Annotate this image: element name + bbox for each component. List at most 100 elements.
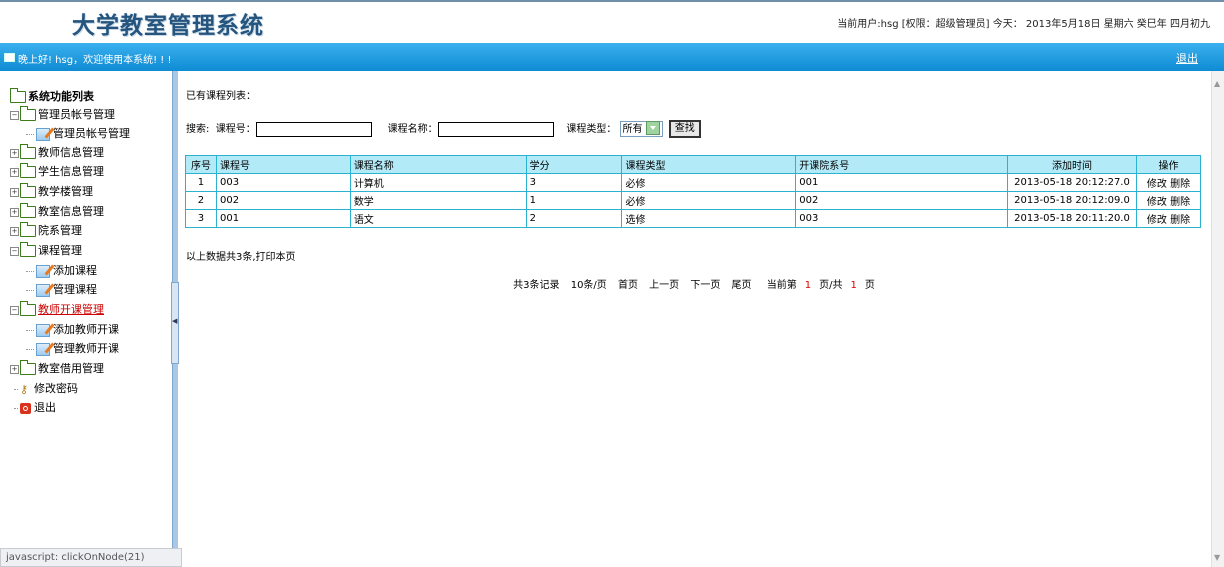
tree-item-classroom-borrow[interactable]: + 教室借用管理 bbox=[10, 360, 104, 378]
expand-icon[interactable]: + bbox=[10, 148, 19, 158]
cell-type: 选修 bbox=[621, 209, 797, 228]
pager-last[interactable]: 尾页 bbox=[732, 280, 752, 291]
tree-item-teacher-course[interactable]: − 教师开课管理 bbox=[10, 301, 104, 319]
list-title: 已有课程列表： bbox=[186, 91, 256, 102]
greeting-text: 晚上好! hsg，欢迎使用本系统! ! ! bbox=[18, 55, 172, 66]
cell-no: 3 bbox=[185, 209, 217, 228]
tree-leaf-logout[interactable]: 退出 bbox=[14, 399, 56, 417]
tree-label: 教室信息管理 bbox=[38, 205, 104, 218]
header-time: 添加时间 bbox=[1006, 155, 1137, 174]
collapse-icon[interactable]: − bbox=[10, 110, 19, 120]
course-type-select[interactable]: 所有 bbox=[619, 121, 663, 137]
tree-leaf-manage-course[interactable]: 管理课程 bbox=[26, 281, 97, 299]
edit-icon bbox=[36, 323, 50, 337]
cell-type: 必修 bbox=[621, 191, 797, 210]
tree-item-course[interactable]: − 课程管理 bbox=[10, 242, 82, 260]
pager-current-pre: 当前第 bbox=[766, 280, 797, 291]
expand-icon[interactable]: + bbox=[10, 207, 19, 217]
cell-time: 2013-05-18 20:12:27.0 bbox=[1006, 173, 1137, 192]
collapse-icon[interactable]: − bbox=[10, 246, 19, 256]
folder-icon bbox=[20, 242, 36, 257]
folder-icon bbox=[20, 222, 36, 237]
power-icon bbox=[20, 402, 31, 414]
pager-first[interactable]: 首页 bbox=[618, 280, 638, 291]
tree-item-building[interactable]: + 教学楼管理 bbox=[10, 183, 93, 201]
tree-leaf-admin-account[interactable]: 管理员帐号管理 bbox=[26, 125, 130, 143]
edit-link[interactable]: 修改 bbox=[1147, 197, 1167, 208]
tree-label: 教学楼管理 bbox=[38, 185, 93, 198]
course-table: 序号 课程号 课程名称 学分 课程类型 开课院系号 添加时间 操作 1 003 … bbox=[185, 155, 1202, 228]
delete-link[interactable]: 删除 bbox=[1170, 197, 1190, 208]
tree-label: 课程管理 bbox=[38, 244, 82, 257]
tree-item-teacher-info[interactable]: + 教师信息管理 bbox=[10, 144, 104, 162]
cell-name: 数学 bbox=[349, 191, 527, 210]
edit-link[interactable]: 修改 bbox=[1147, 215, 1167, 226]
tree-label: 教师开课管理 bbox=[38, 303, 104, 316]
search-form: 搜索: 课程号： 课程名称： 课程类型： 所有 查找 bbox=[186, 120, 701, 138]
pager-next[interactable]: 下一页 bbox=[690, 280, 720, 291]
cell-name: 语文 bbox=[349, 209, 527, 228]
header-code: 课程号 bbox=[215, 155, 351, 174]
search-button[interactable]: 查找 bbox=[668, 120, 701, 138]
tree-root[interactable]: 系统功能列表 bbox=[10, 88, 94, 106]
scroll-down-icon[interactable]: ▼ bbox=[1214, 553, 1220, 562]
cell-time: 2013-05-18 20:12:09.0 bbox=[1006, 191, 1137, 210]
arrow-left-icon: ◀ bbox=[172, 317, 178, 325]
delete-link[interactable]: 删除 bbox=[1170, 215, 1190, 226]
delete-link[interactable]: 删除 bbox=[1170, 179, 1190, 190]
key-icon: ⚷ bbox=[20, 382, 29, 396]
tree-leaf-change-password[interactable]: ⚷ 修改密码 bbox=[14, 380, 78, 398]
cell-credit: 1 bbox=[525, 191, 623, 210]
edit-icon bbox=[36, 283, 50, 297]
table-header-row: 序号 课程号 课程名称 学分 课程类型 开课院系号 添加时间 操作 bbox=[185, 155, 1202, 174]
pager-prev[interactable]: 上一页 bbox=[649, 280, 679, 291]
search-label: 搜索: bbox=[186, 124, 210, 135]
course-no-input[interactable] bbox=[255, 121, 372, 137]
tree-item-admin-account[interactable]: − 管理员帐号管理 bbox=[10, 106, 115, 124]
tree-label: 管理教师开课 bbox=[53, 342, 119, 355]
pager-current-num: 1 bbox=[804, 280, 812, 291]
monitor-icon bbox=[4, 53, 15, 62]
scroll-up-icon[interactable]: ▲ bbox=[1214, 79, 1220, 88]
cell-credit: 2 bbox=[525, 209, 623, 228]
cell-credit: 3 bbox=[525, 173, 623, 192]
folder-icon bbox=[20, 144, 36, 159]
cell-no: 2 bbox=[185, 191, 217, 210]
tree-leaf-add-teacher-course[interactable]: 添加教师开课 bbox=[26, 321, 119, 339]
cell-type: 必修 bbox=[621, 173, 797, 192]
course-no-label: 课程号： bbox=[215, 124, 256, 135]
course-name-input[interactable] bbox=[437, 121, 554, 137]
tree-item-classroom-info[interactable]: + 教室信息管理 bbox=[10, 203, 104, 221]
cell-action: 修改 删除 bbox=[1135, 191, 1202, 210]
cell-action: 修改 删除 bbox=[1135, 173, 1202, 192]
expand-icon[interactable]: + bbox=[10, 167, 19, 177]
cell-dept: 003 bbox=[795, 209, 1008, 228]
welcome-bar: 晚上好! hsg，欢迎使用本系统! ! ! 退出 bbox=[0, 43, 1224, 71]
expand-icon[interactable]: + bbox=[10, 364, 19, 374]
pager-current: 当前第 1 页/共 1 页 bbox=[763, 280, 879, 291]
expand-icon[interactable]: + bbox=[10, 187, 19, 197]
collapse-icon[interactable]: − bbox=[10, 305, 19, 315]
chevron-down-icon bbox=[645, 121, 660, 135]
tree-leaf-add-course[interactable]: 添加课程 bbox=[26, 262, 97, 280]
cell-time: 2013-05-18 20:11:20.0 bbox=[1006, 209, 1137, 228]
tree-label: 退出 bbox=[34, 401, 56, 414]
header-credit: 学分 bbox=[525, 155, 623, 174]
tree-item-student-info[interactable]: + 学生信息管理 bbox=[10, 163, 104, 181]
course-type-value: 所有 bbox=[622, 124, 643, 135]
expand-icon[interactable]: + bbox=[10, 226, 19, 236]
table-row: 1 003 计算机 3 必修 001 2013-05-18 20:12:27.0… bbox=[185, 173, 1202, 192]
edit-link[interactable]: 修改 bbox=[1147, 179, 1167, 190]
tree-item-department[interactable]: + 院系管理 bbox=[10, 222, 82, 240]
header-no: 序号 bbox=[185, 155, 217, 174]
sidebar: 系统功能列表 − 管理员帐号管理 管理员帐号管理 + 教师信息管理 + 学生信息管理 … bbox=[0, 71, 172, 567]
header: 大学教室管理系统 当前用户:hsg [权限：超级管理员] 今天： 2013年5月… bbox=[0, 0, 1224, 43]
edit-icon bbox=[36, 127, 50, 141]
tree-leaf-manage-teacher-course[interactable]: 管理教师开课 bbox=[26, 340, 119, 358]
logout-link[interactable]: 退出 bbox=[1176, 50, 1198, 66]
pager-total-num: 1 bbox=[850, 280, 857, 291]
tree-label: 教师信息管理 bbox=[38, 146, 104, 159]
vertical-scrollbar[interactable]: ▲ ▼ bbox=[1211, 71, 1224, 567]
cell-code: 003 bbox=[215, 173, 351, 192]
tree-label: 管理员帐号管理 bbox=[53, 127, 130, 140]
